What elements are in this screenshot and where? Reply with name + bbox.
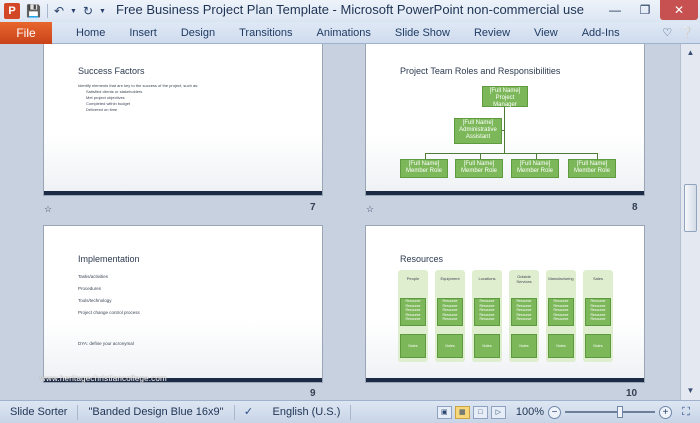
- restore-icon[interactable]: ❐: [630, 0, 660, 20]
- tab-insert[interactable]: Insert: [129, 27, 157, 39]
- org-box-member-4: [Full Name] Member Role: [568, 159, 616, 178]
- slide-band: [366, 191, 644, 195]
- title-bar: P 💾 ↶ ▼ ↻ ▼ Free Business Project Plan T…: [0, 0, 700, 22]
- zoom-level-text[interactable]: 100%: [516, 406, 544, 418]
- scroll-up-icon[interactable]: ▲: [683, 46, 698, 60]
- tab-slide-show[interactable]: Slide Show: [395, 27, 450, 39]
- scrollbar-thumb[interactable]: [684, 184, 697, 232]
- slide-thumbnail-10[interactable]: Resources People Resource Resource Resourc…: [366, 226, 644, 382]
- tab-animations[interactable]: Animations: [317, 27, 371, 39]
- slide-number-8: 8: [632, 202, 638, 213]
- resource-column-outside-services: Outside Services Resource Resource Resourc…: [509, 270, 539, 362]
- scroll-down-icon[interactable]: ▼: [683, 384, 698, 398]
- zoom-slider-thumb[interactable]: [617, 406, 624, 418]
- status-language[interactable]: English (U.S.): [263, 404, 352, 420]
- slide-thumbnail-9[interactable]: Implementation Tasks/activities Procedur…: [44, 226, 322, 382]
- watermark-text: www.heritagechristiancollege.com: [40, 374, 167, 383]
- slide-9-bullets: Tasks/activities Procedures Tools/techno…: [78, 274, 140, 315]
- status-view-name: Slide Sorter: [0, 404, 79, 420]
- slide-band: [44, 191, 322, 195]
- slide-7-title: Success Factors: [78, 66, 145, 76]
- resource-column-manufacturing: Manufacturing Resource Resource Resource Re…: [546, 270, 576, 362]
- org-box-project-manager: [Full Name] Project Manager: [482, 86, 528, 108]
- spell-check-icon[interactable]: ✓: [241, 405, 257, 419]
- slide-sorter-pane[interactable]: Success Factors Identify elements that a…: [0, 44, 680, 400]
- animation-star-icon: ☆: [44, 204, 53, 214]
- tab-review[interactable]: Review: [474, 27, 510, 39]
- tab-transitions[interactable]: Transitions: [239, 27, 292, 39]
- heart-icon[interactable]: ♡: [662, 26, 672, 39]
- status-theme-name[interactable]: "Banded Design Blue 16x9": [78, 404, 235, 420]
- tab-home[interactable]: Home: [76, 27, 105, 39]
- slide-10-title: Resources: [400, 254, 444, 264]
- slide-band: [366, 378, 644, 382]
- slide-9-footnote: DYA: define your acronymal: [78, 341, 134, 346]
- ribbon-tabs: File Home Insert Design Transitions Anim…: [0, 21, 700, 44]
- org-box-member-3: [Full Name] Member Role: [511, 159, 559, 178]
- slide-thumbnail-7[interactable]: Success Factors Identify elements that a…: [44, 44, 322, 195]
- resource-column-locations: Locations Resource Resource Resource Resour…: [472, 270, 502, 362]
- minimize-icon[interactable]: —: [600, 0, 630, 20]
- org-box-member-2: [Full Name] Member Role: [455, 159, 503, 178]
- zoom-out-icon[interactable]: −: [548, 405, 561, 419]
- help-icon[interactable]: ❔: [680, 26, 694, 39]
- slide-number-7: 7: [310, 202, 316, 213]
- normal-view-button[interactable]: ▣: [436, 405, 452, 419]
- slide-number-9: 9: [310, 388, 316, 399]
- slide-show-view-button[interactable]: ▷: [490, 405, 506, 419]
- org-box-member-1: [Full Name] Member Role: [400, 159, 448, 178]
- slide-number-10: 10: [626, 388, 638, 399]
- slide-thumbnail-8[interactable]: Project Team Roles and Responsibilities …: [366, 44, 644, 195]
- window-title: Free Business Project Plan Template - Mi…: [116, 2, 584, 17]
- tab-add-ins[interactable]: Add-Ins: [582, 27, 620, 39]
- close-icon[interactable]: ✕: [660, 0, 698, 20]
- window-controls: — ❐ ✕: [600, 0, 698, 20]
- slide-8-title: Project Team Roles and Responsibilities: [400, 66, 561, 76]
- resource-column-sales: Sales Resource Resource Resource Resource Re…: [583, 270, 613, 362]
- tab-view[interactable]: View: [534, 27, 558, 39]
- resource-column-equipment: Equipment Resource Resource Resource Resour…: [435, 270, 465, 362]
- tab-design[interactable]: Design: [181, 27, 215, 39]
- reading-view-button[interactable]: □: [472, 405, 488, 419]
- slide-7-bullets: Identify elements that are key to the su…: [78, 83, 199, 112]
- status-bar: Slide Sorter "Banded Design Blue 16x9" ✓…: [0, 400, 700, 423]
- slide-sorter-view-button[interactable]: ▦: [454, 405, 470, 419]
- zoom-slider[interactable]: [565, 406, 655, 418]
- zoom-in-icon[interactable]: +: [659, 405, 672, 419]
- vertical-scrollbar[interactable]: ▲ ▼: [680, 44, 700, 400]
- tab-file[interactable]: File: [0, 21, 52, 44]
- slide-9-title: Implementation: [78, 254, 140, 264]
- resource-column-people: People Resource Resource Resource Resource R…: [398, 270, 428, 362]
- org-box-admin-assistant: [Full Name] Administrative Assistant: [454, 118, 502, 144]
- fit-to-window-icon[interactable]: ⛶: [678, 405, 694, 419]
- animation-star-icon: ☆: [366, 204, 375, 214]
